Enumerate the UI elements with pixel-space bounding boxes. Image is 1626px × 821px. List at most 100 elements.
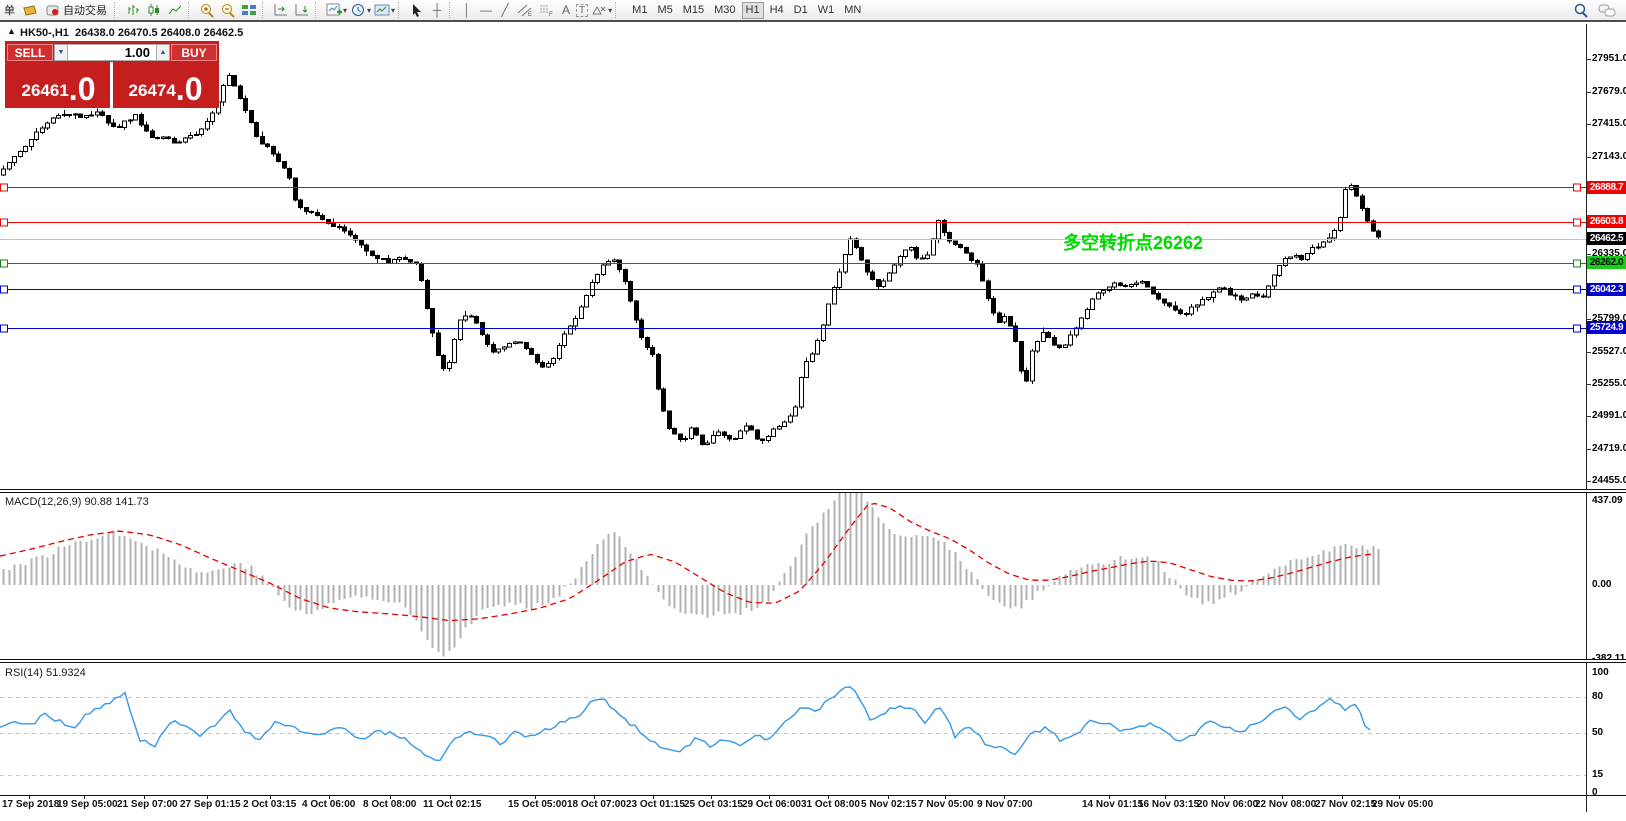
price-tick-label: 24719.0 [1592,443,1626,454]
macd-label: MACD(12,26,9) 90.88 141.73 [5,496,149,508]
price-tick-mark [1586,481,1591,482]
rsi-indicator-canvas[interactable] [0,663,1586,795]
price-tag[interactable]: 25724.9 [1587,321,1626,334]
auto-trading-button[interactable]: 自动交易 [41,1,111,19]
toolbar-separator [398,2,404,18]
line-handle[interactable] [1,260,8,267]
line-handle[interactable] [1,219,8,226]
new-chart-icon[interactable] [324,1,344,19]
line-handle[interactable] [1574,260,1581,267]
buy-button[interactable]: BUY [171,44,217,61]
text-tool-icon[interactable]: A [557,3,575,17]
volume-stepper: ▼ 1.00 ▲ [54,44,170,61]
auto-trading-label: 自动交易 [63,2,107,18]
date-label: 4 Oct 06:00 [302,799,355,810]
date-tick-mark [711,795,712,799]
timeframe-button-m5[interactable]: M5 [653,2,676,19]
fibonacci-tool-icon[interactable]: F [536,1,556,19]
line-handle[interactable] [1574,286,1581,293]
orders-icon[interactable] [20,1,40,19]
buy-price-dec: .0 [176,74,203,104]
timeframe-button-h4[interactable]: H4 [766,2,788,19]
macd-main-value: 90.88 [84,496,112,508]
chat-icon[interactable] [1597,1,1617,19]
date-label: 22 Nov 08:00 [1255,799,1316,810]
auto-scroll-icon[interactable] [292,1,312,19]
macd-name: MACD(12,26,9) [5,496,81,508]
main-chart-canvas[interactable] [0,24,1586,489]
template-icon[interactable] [372,1,392,19]
pane-separator[interactable] [0,489,1626,493]
vertical-line-tool-icon[interactable]: │ [458,3,476,17]
periods-clock-icon[interactable] [348,1,368,19]
horizontal-line-tool-icon[interactable]: — [477,3,495,17]
price-tag[interactable]: 26042.3 [1587,283,1626,296]
line-handle[interactable] [1574,219,1581,226]
sell-button[interactable]: SELL [7,44,53,61]
chart-shift-icon[interactable] [271,1,291,19]
macd-signal-value: 141.73 [115,496,149,508]
periods-caret-icon[interactable]: ▾ [367,6,371,15]
channel-tool-icon[interactable]: E [515,1,535,19]
timeframe-button-m15[interactable]: M15 [679,2,708,19]
tile-windows-icon[interactable] [239,1,259,19]
volume-field[interactable]: 1.00 [68,44,156,61]
macd-indicator-canvas[interactable] [0,493,1586,659]
date-tick-mark [594,795,595,799]
template-caret-icon[interactable]: ▾ [391,6,395,15]
rsi-tick-label: 100 [1592,667,1609,678]
buy-price-button[interactable]: 26474.0 [112,62,219,108]
price-tick-label: 27143.0 [1592,151,1626,162]
price-tag[interactable]: 26888.7 [1587,181,1626,194]
price-tick-mark [1586,92,1591,93]
timeframe-button-d1[interactable]: D1 [790,2,812,19]
zoom-in-icon[interactable] [197,1,217,19]
line-handle[interactable] [1,286,8,293]
date-tick-mark [1004,795,1005,799]
rsi-tick-label: 50 [1592,727,1603,738]
volume-increase-button[interactable]: ▲ [156,44,170,61]
shapes-tool-icon[interactable] [589,1,609,19]
price-tag[interactable]: 26262.0 [1587,256,1626,269]
line-handle[interactable] [1574,325,1581,332]
price-tick-label: 24455.0 [1592,475,1626,486]
crosshair-icon[interactable]: ┼ [428,3,446,17]
timeframe-button-w1[interactable]: W1 [814,2,839,19]
timeframe-button-m1[interactable]: M1 [628,2,651,19]
price-tag[interactable]: 26603.8 [1587,215,1626,228]
bar-chart-style-icon[interactable] [123,1,143,19]
timeframe-button-h1[interactable]: H1 [742,2,764,19]
price-tick-label: 27951.0 [1592,53,1626,64]
line-handle[interactable] [1574,184,1581,191]
main-toolbar: 单 自动交易 ▾ ▾ ▾ ┼ │ — ╱ E F A T [0,0,1626,22]
date-label: 29 Oct 06:00 [742,799,801,810]
date-tick-mark [1399,795,1400,799]
timeframe-button-m30[interactable]: M30 [710,2,739,19]
zoom-out-icon[interactable] [218,1,238,19]
pane-separator[interactable] [0,659,1626,663]
timeframe-toolbar: M1M5M15M30H1H4D1W1MN [628,2,865,19]
cursor-icon[interactable] [407,1,427,19]
line-handle[interactable] [1,325,8,332]
new-order-button[interactable]: 单 [3,1,19,19]
chart-text-annotation[interactable]: 多空转折点26262 [1063,229,1203,255]
rsi-tick-label: 15 [1592,769,1603,780]
shapes-caret-icon[interactable]: ▾ [608,6,612,15]
line-handle[interactable] [1,184,8,191]
trendline-tool-icon[interactable]: ╱ [496,3,514,17]
line-chart-style-icon[interactable] [165,1,185,19]
volume-decrease-button[interactable]: ▼ [54,44,68,61]
candlestick-style-icon[interactable] [144,1,164,19]
new-chart-caret-icon[interactable]: ▾ [343,6,347,15]
timeframe-button-mn[interactable]: MN [840,2,865,19]
toolbar-separator [188,2,194,18]
sell-price-button[interactable]: 26461.0 [5,62,112,108]
search-icon[interactable] [1571,1,1591,19]
date-label: 27 Sep 01:15 [180,799,241,810]
date-tick-mark [945,795,946,799]
chart-title: HK50-,H1 26438.0 26470.5 26408.0 26462.5 [20,27,243,39]
panel-collapse-arrow[interactable]: ▲ [7,26,16,36]
toolbar-separator [615,2,621,18]
macd-tick-label: 0.00 [1592,579,1611,590]
label-tool-icon[interactable]: T [576,4,588,17]
